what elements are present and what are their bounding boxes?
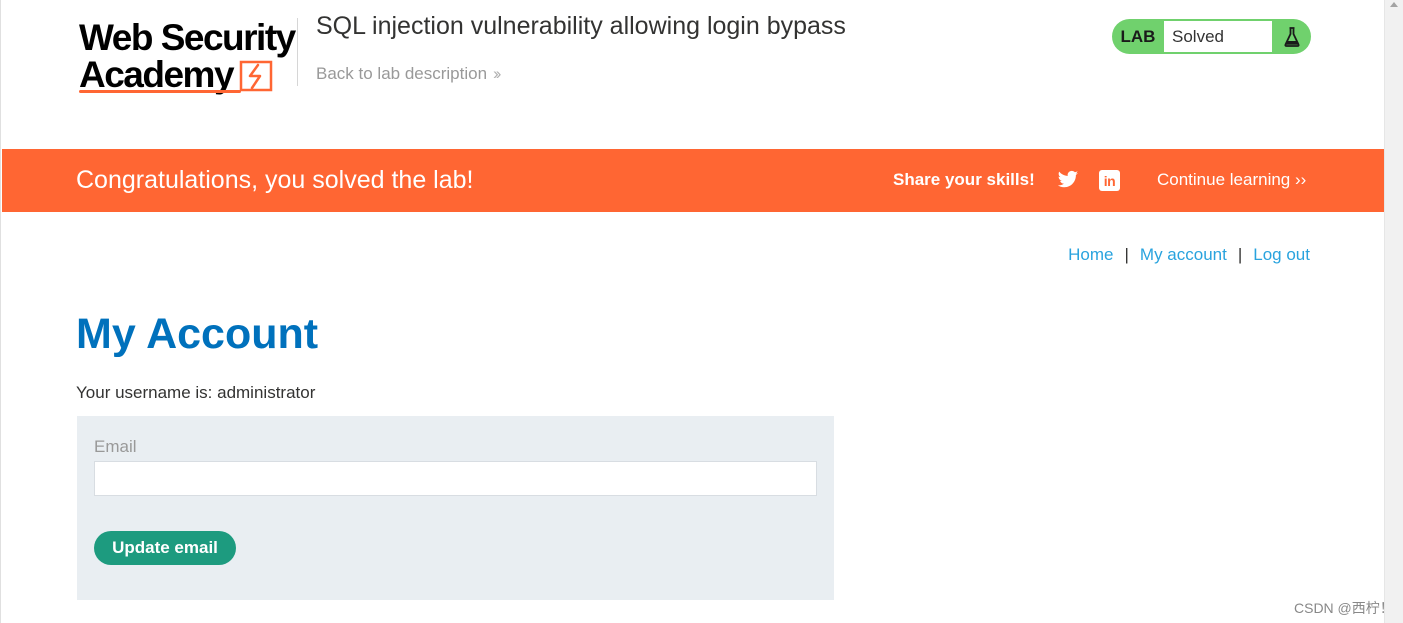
banner-message: Congratulations, you solved the lab! — [76, 166, 474, 194]
logo-underline — [79, 90, 241, 93]
back-to-lab-description-link[interactable]: Back to lab description ›› — [316, 64, 502, 84]
nav-home-link[interactable]: Home — [1068, 245, 1113, 265]
logo-text-line1: Web Security — [79, 17, 296, 58]
flask-icon — [1272, 19, 1311, 54]
update-email-form: Email Update email — [77, 416, 834, 600]
lab-status-tag: LAB — [1120, 26, 1156, 46]
nav-separator: | — [1124, 245, 1129, 264]
page: Web Security Academy SQL injection vulne… — [0, 0, 1394, 623]
vertical-scrollbar[interactable] — [1384, 0, 1403, 623]
email-input[interactable] — [94, 461, 817, 496]
header-divider — [297, 18, 298, 86]
lightning-bolt-icon — [239, 60, 273, 92]
continue-learning-label: Continue learning — [1157, 170, 1291, 189]
share-skills-label: Share your skills! — [893, 170, 1035, 189]
twitter-icon[interactable] — [1057, 170, 1079, 190]
web-security-academy-logo[interactable]: Web Security Academy — [79, 14, 299, 98]
nav-separator: | — [1237, 245, 1243, 264]
lab-solved-banner: Congratulations, you solved the lab! Sha… — [2, 149, 1385, 212]
nav-my-account-link[interactable]: My account — [1140, 245, 1227, 265]
scroll-up-arrow-icon[interactable] — [1390, 2, 1398, 7]
continue-learning-link[interactable]: Continue learning ›› — [1157, 170, 1306, 190]
account-nav: Home | My account | Log out — [1068, 245, 1310, 265]
linkedin-icon[interactable]: in — [1099, 170, 1120, 191]
double-chevron-right-icon: ›› — [493, 64, 502, 83]
lab-status-widget: LAB Solved — [1112, 19, 1311, 54]
back-link-label: Back to lab description — [316, 64, 488, 83]
update-email-button[interactable]: Update email — [94, 531, 236, 565]
lab-title: SQL injection vulnerability allowing log… — [316, 12, 846, 40]
watermark: CSDN @西柠！ — [1294, 600, 1394, 616]
nav-log-out-link[interactable]: Log out — [1253, 245, 1310, 265]
page-title: My Account — [76, 310, 319, 358]
lab-status-state: Solved — [1164, 21, 1272, 52]
email-label: Email — [94, 437, 137, 456]
username-text: Your username is: administrator — [76, 383, 316, 402]
